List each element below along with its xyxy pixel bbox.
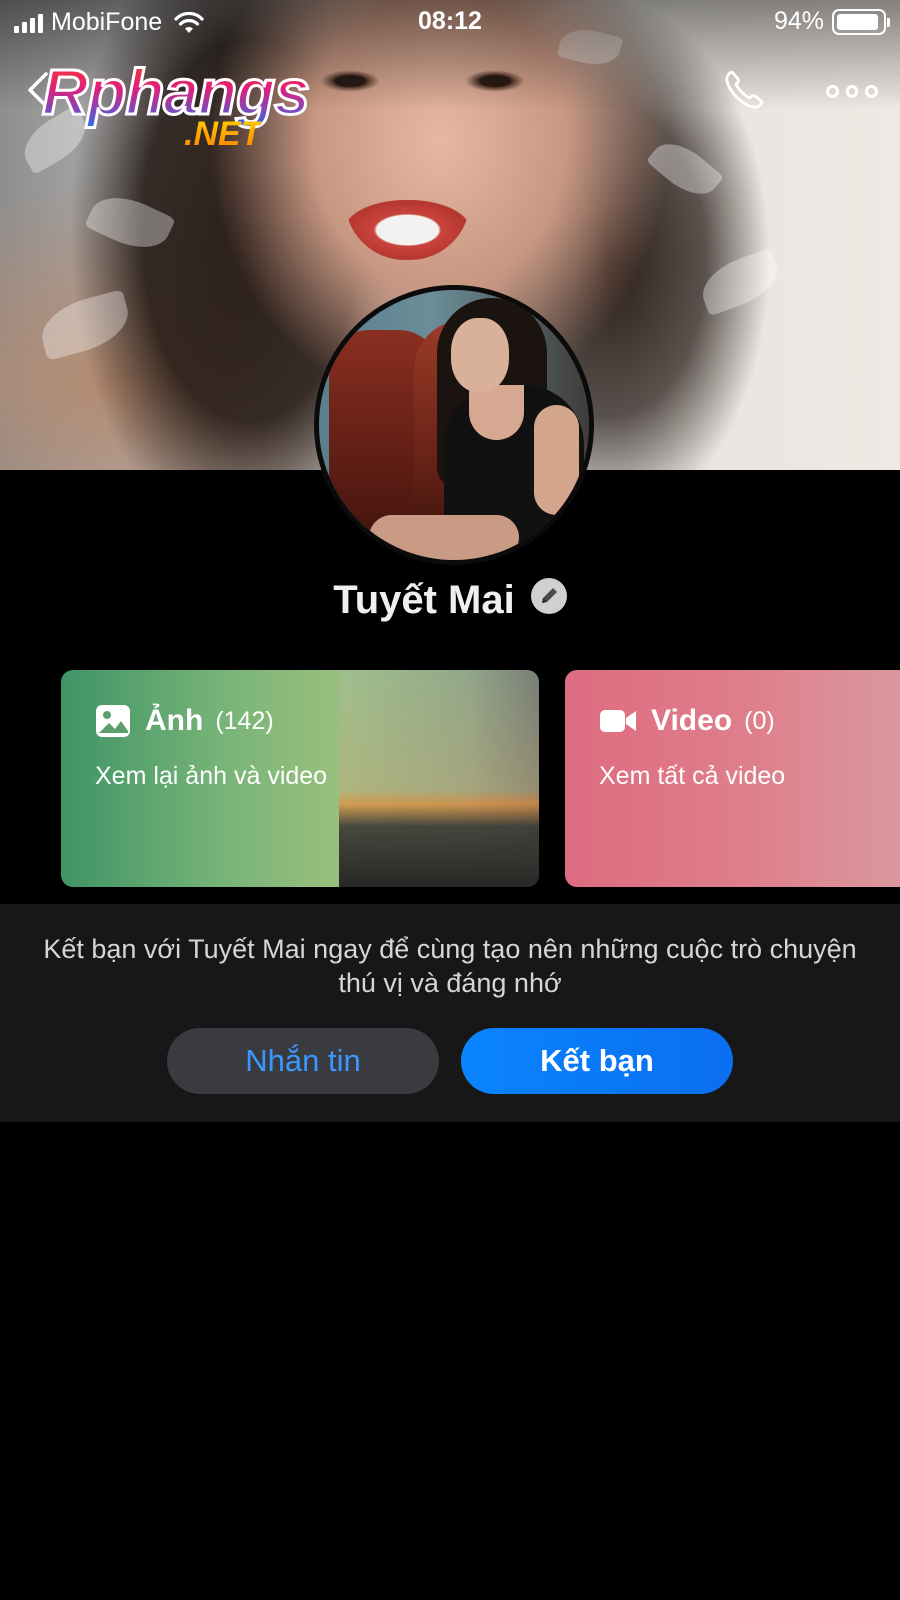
video-camera-icon (600, 710, 636, 732)
watermark-logo: Rphangs .NET (41, 55, 322, 155)
status-right: 94% (773, 7, 890, 36)
avatar-arm (534, 405, 579, 515)
image-icon (96, 705, 130, 737)
videos-card-count: (0) (744, 706, 775, 735)
videos-card[interactable]: Video (0) Xem tất cả video (565, 670, 900, 887)
photos-card[interactable]: Ảnh (142) Xem lại ảnh và video (61, 670, 539, 887)
videos-card-title: Video (651, 704, 733, 737)
avatar-face (451, 318, 509, 392)
add-friend-button[interactable]: Kết bạn (461, 1028, 733, 1094)
clock: 08:12 (418, 7, 482, 35)
pencil-icon[interactable] (530, 578, 567, 614)
videos-card-header: Video (0) (599, 704, 775, 738)
photos-card-thumbnail (339, 670, 539, 887)
cover-leaf (84, 185, 176, 260)
more-dot (865, 84, 879, 98)
avatar-legs (369, 515, 519, 560)
more-dots-icon[interactable] (826, 78, 879, 104)
photos-card-title: Ảnh (145, 704, 204, 737)
watermark-main-text: Rphangs (41, 55, 312, 130)
phone-icon[interactable] (720, 66, 768, 114)
avatar[interactable] (314, 285, 594, 565)
cover-leaf (645, 131, 725, 207)
watermark-sub-text: .NET (184, 115, 262, 153)
add-friend-panel: Kết bạn với Tuyết Mai ngay để cùng tạo n… (0, 904, 900, 1122)
cover-leaf (694, 247, 786, 317)
cover-smile (345, 200, 470, 260)
photos-card-header: Ảnh (142) (95, 704, 274, 738)
cover-leaf (35, 289, 135, 361)
more-dot (826, 84, 839, 98)
profile-name-row: Tuyết Mai (0, 572, 900, 628)
pencil-glyph (541, 588, 557, 603)
photos-card-count: (142) (215, 706, 274, 735)
status-bar: MobiFone 08:12 94% (0, 0, 900, 44)
videos-card-subtitle: Xem tất cả video (599, 762, 786, 790)
photos-card-subtitle: Xem lại ảnh và video (95, 762, 328, 790)
battery-fill (837, 13, 879, 30)
battery-percent: 94% (773, 7, 824, 35)
battery-icon (832, 8, 890, 35)
message-button[interactable]: Nhắn tin (167, 1028, 439, 1094)
profile-name: Tuyết Mai (333, 577, 515, 622)
more-dot (845, 84, 859, 98)
add-friend-message: Kết bạn với Tuyết Mai ngay để cùng tạo n… (43, 934, 857, 998)
avatar-neck (469, 385, 524, 440)
